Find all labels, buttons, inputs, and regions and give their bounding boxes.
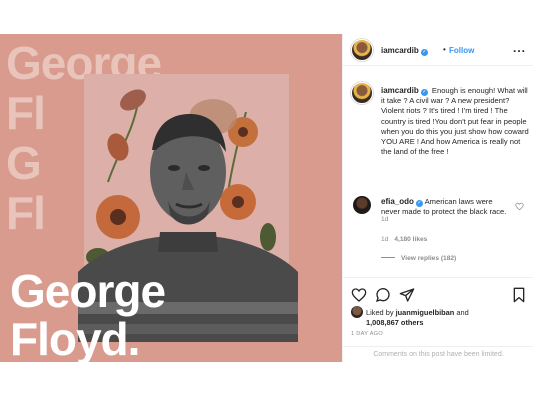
bg-word: Fl xyxy=(6,187,46,239)
replies-line xyxy=(381,257,395,258)
headline-first-name: George xyxy=(10,265,166,317)
view-replies-button[interactable]: View replies (182) xyxy=(381,255,456,262)
comments-limited-notice: Comments on this post have been limited. xyxy=(343,346,533,362)
header-username[interactable]: iamcardib ✓ xyxy=(381,46,428,56)
likes-summary: Liked by juanmiguelbiban and 1,008,867 o… xyxy=(351,306,531,328)
comment-like-icon[interactable] xyxy=(515,202,524,211)
view-replies-label: View replies (182) xyxy=(401,255,457,262)
likes-count[interactable]: 1,008,867 others xyxy=(366,318,531,328)
post-header: iamcardib ✓ • Follow ... xyxy=(343,34,533,66)
bookmark-icon[interactable] xyxy=(511,287,527,303)
more-icon[interactable]: ... xyxy=(513,41,526,55)
headline-last-name: Floyd. xyxy=(10,313,140,362)
post-panel: iamcardib ✓ • Follow ... iamcardib ✓ Enoug… xyxy=(342,34,533,362)
liker-avatar[interactable] xyxy=(351,306,363,318)
action-bar xyxy=(343,277,533,307)
caption-body: Enough is enough! What will it take ? A … xyxy=(381,86,529,157)
comment-likes[interactable]: 4,180 likes xyxy=(394,236,427,243)
heart-icon[interactable] xyxy=(351,287,367,303)
likes-prefix: Liked by xyxy=(366,308,394,317)
bg-word: Fl xyxy=(6,87,46,139)
likes-joiner: and xyxy=(456,308,469,317)
liker-username[interactable]: juanmiguelbiban xyxy=(396,308,455,317)
comment-username[interactable]: efia_odo ✓ xyxy=(381,197,423,207)
comment-text: efia_odo ✓ American laws were never made … xyxy=(381,197,509,217)
verified-icon: ✓ xyxy=(420,89,428,96)
share-icon[interactable] xyxy=(399,287,415,303)
post-timestamp[interactable]: 1 DAY AGO xyxy=(351,331,383,337)
caption-avatar[interactable] xyxy=(351,82,373,104)
avatar[interactable] xyxy=(351,39,373,61)
comment-meta: 1d 4,180 likes xyxy=(381,236,427,243)
follow-button[interactable]: Follow xyxy=(449,46,474,55)
separator-dot: • xyxy=(443,45,446,54)
caption-username[interactable]: iamcardib ✓ xyxy=(381,86,428,96)
bg-word: G xyxy=(6,137,42,189)
post-image[interactable]: George Fl G Fl George Floyd. xyxy=(0,34,342,362)
comment-avatar[interactable] xyxy=(353,196,371,214)
comment-timestamp[interactable]: 1d xyxy=(381,236,388,243)
verified-icon: ✓ xyxy=(415,200,423,207)
comment-icon[interactable] xyxy=(375,287,391,303)
verified-icon: ✓ xyxy=(420,49,428,56)
caption-text: iamcardib ✓ Enough is enough! What will i… xyxy=(381,86,529,157)
